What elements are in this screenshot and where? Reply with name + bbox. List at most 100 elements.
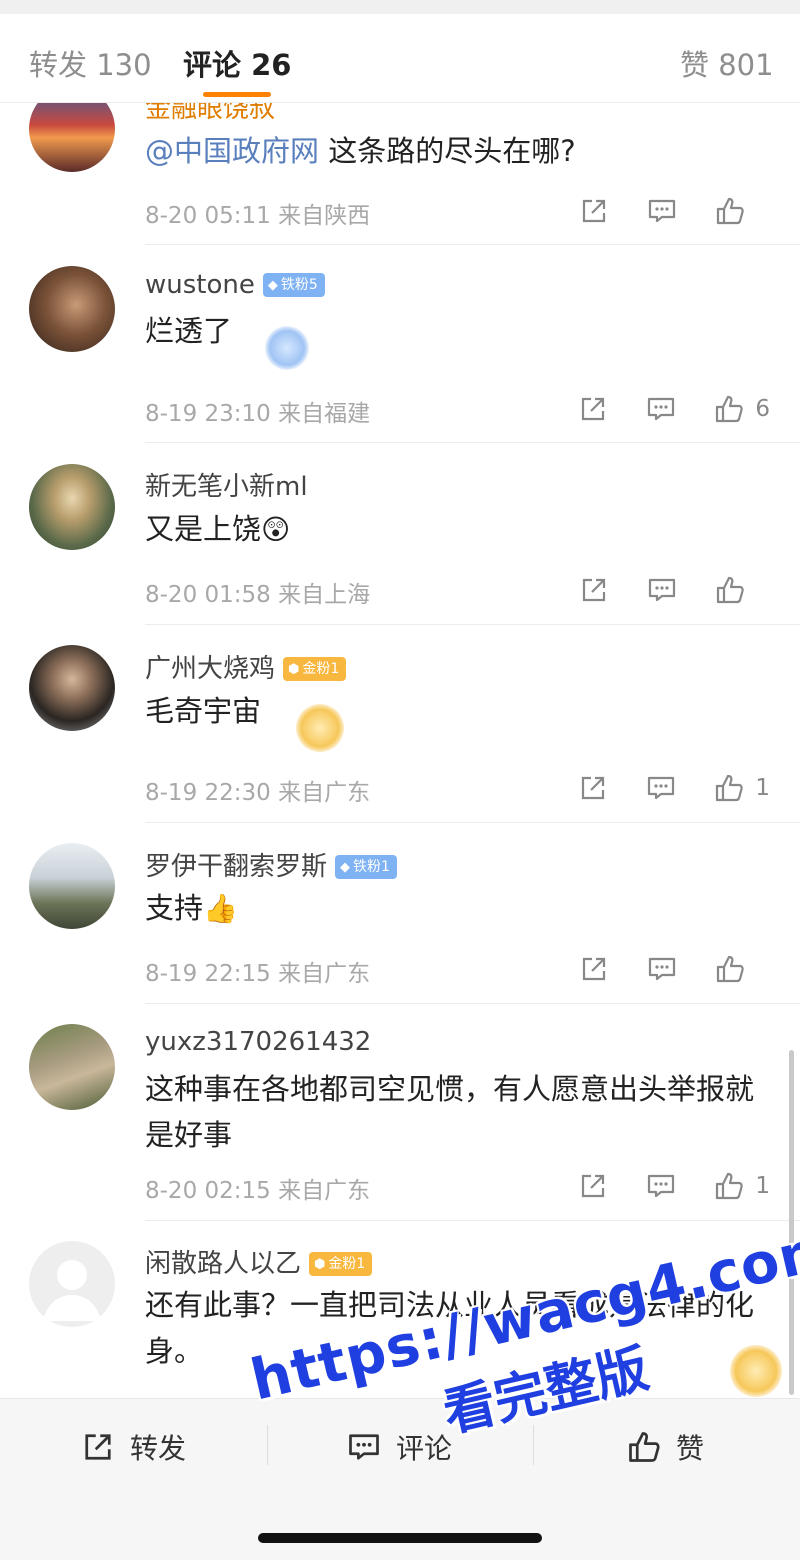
comment-meta: 8-20 02:15 来自广东 [145,1171,370,1205]
comment-text: 又是上饶😲 [145,512,291,546]
thumbs-up-emoji-icon: 👍 [203,892,238,925]
avatar[interactable] [29,266,115,352]
like-count: 1 [755,775,770,801]
like-icon[interactable] [714,574,770,606]
avatar[interactable] [29,645,115,731]
like-icon[interactable]: 6 [713,393,770,425]
like-icon[interactable] [714,195,770,227]
share-icon[interactable] [578,953,610,985]
share-icon [85,1434,111,1460]
status-strip [0,0,800,14]
comment-time: 8-19 22:15 [145,961,271,987]
divider [145,244,800,245]
like-icon[interactable]: 1 [713,1170,770,1202]
divider [145,822,800,823]
like-count: 6 [755,396,770,422]
comment-location: 来自福建 [278,401,371,427]
comment-actions: 1 [541,770,770,806]
fan-badge: ◆ 铁粉1 [335,855,397,879]
share-icon[interactable] [577,1170,609,1202]
share-icon[interactable] [577,772,609,804]
comment-time: 8-20 02:15 [145,1178,271,1204]
comment-icon[interactable] [645,393,677,425]
comment-button[interactable]: 评论 [346,1427,452,1467]
gem-icon: ⬢ [288,662,300,677]
gold-gem-sticker-icon [730,1345,782,1397]
tab-repost[interactable]: 转发 130 [29,42,152,84]
gold-gem-sticker-icon [296,704,344,752]
tab-like[interactable]: 赞 801 [680,42,774,84]
share-icon[interactable] [577,393,609,425]
comment-username[interactable]: wustone ◆ 铁粉5 [145,270,325,300]
comment-meta: 8-19 22:15 来自广东 [145,954,370,988]
divider [533,1425,534,1465]
like-icon[interactable]: 1 [713,772,770,804]
shocked-emoji-icon: 😲 [261,513,291,546]
comment-icon[interactable] [645,772,677,804]
comment-location: 来自上海 [278,582,371,608]
comment-icon[interactable] [645,1170,677,1202]
mention-link[interactable]: @中国政府网 [145,134,319,168]
scrollbar[interactable] [789,1050,794,1395]
comment-text: 支持👍 [145,891,238,925]
comment-text: 这种事在各地都司空见惯，有人愿意出头举报就是好事 [145,1072,755,1152]
divider [145,442,800,443]
comment-actions: 6 [541,391,770,427]
comment-username[interactable]: 新无笔小新ml [145,466,308,503]
comment-meta: 8-19 22:30 来自广东 [145,773,370,807]
diamond-icon: ◆ [267,278,278,293]
comment-location: 来自广东 [278,780,371,806]
comment-time: 8-19 22:30 [145,780,271,806]
fan-badge: ◆ 铁粉5 [262,273,325,297]
comment-time: 8-20 01:58 [145,582,271,608]
comment-time: 8-19 23:10 [145,401,271,427]
like-icon[interactable] [714,953,770,985]
avatar[interactable] [29,464,115,550]
comment-icon[interactable] [646,574,678,606]
avatar[interactable] [29,1024,115,1110]
comment-actions: 1 [541,1168,770,1204]
divider [145,1220,800,1221]
divider [145,1003,800,1004]
comment-text: @中国政府网 这条路的尽头在哪? [145,134,576,168]
avatar[interactable] [29,1241,115,1327]
comment-text: 还有此事？一直把司法从业人员看成是法律的化身。 [145,1288,755,1368]
avatar[interactable] [29,843,115,929]
default-user-icon [43,1260,101,1321]
like-count: 1 [755,1173,770,1199]
comment-meta: 8-20 01:58 来自上海 [145,575,370,609]
diamond-icon: ◆ [340,860,351,875]
comment-actions [542,193,770,229]
share-icon[interactable] [578,195,610,227]
comment-location: 来自陕西 [278,203,371,229]
comment-meta: 8-20 05:11 来自陕西 [145,196,370,230]
share-icon[interactable] [578,574,610,606]
comment-actions [542,951,770,987]
repost-button[interactable]: 转发 [80,1427,186,1467]
bottom-action-bar: 转发 评论 赞 [0,1398,800,1560]
comment-icon[interactable] [646,953,678,985]
fan-badge: ⬢ 金粉1 [283,657,347,681]
fan-badge: ⬢ 金粉1 [309,1252,373,1276]
comment-username[interactable]: 罗伊干翻索罗斯 ◆ 铁粉1 [145,846,397,883]
diamond-sticker-icon [265,326,309,370]
comment-text: 烂透了 [145,314,233,348]
tab-comment[interactable]: 评论 26 [183,42,291,84]
gem-icon: ⬢ [314,1257,326,1272]
comment-username[interactable]: yuxz3170261432 [145,1027,371,1057]
divider [267,1425,268,1465]
comment-text: 毛奇宇宙 [145,694,262,728]
comment-location: 来自广东 [278,1178,371,1204]
comment-icon [349,1434,379,1460]
like-icon [629,1432,660,1462]
comment-username[interactable]: 闲散路人以乙 ⬢ 金粉1 [145,1243,373,1280]
comment-actions [542,572,770,608]
like-button[interactable]: 赞 [626,1427,704,1467]
comment-username[interactable]: 广州大烧鸡 ⬢ 金粉1 [145,648,347,685]
comment-meta: 8-19 23:10 来自福建 [145,394,370,428]
home-indicator[interactable] [258,1533,542,1543]
comment-time: 8-20 05:11 [145,203,271,229]
comment-icon[interactable] [646,195,678,227]
comment-location: 来自广东 [278,961,371,987]
tab-bar: 转发 130 评论 26 赞 801 [0,14,800,103]
